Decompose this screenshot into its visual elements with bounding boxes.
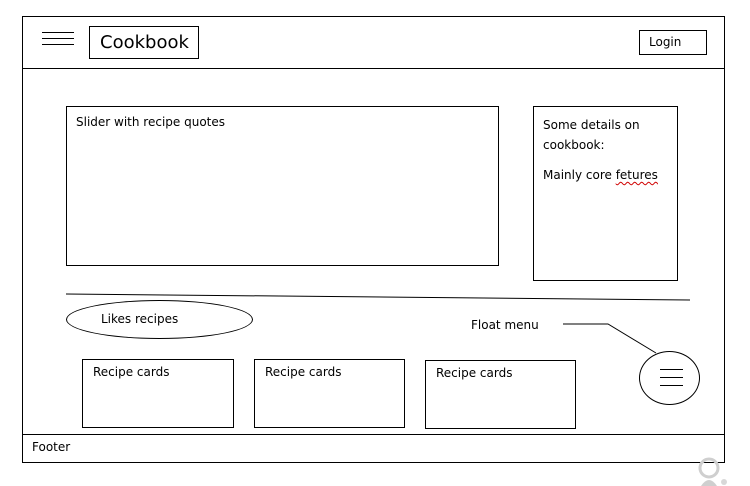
float-menu-button[interactable]	[639, 351, 700, 405]
recipe-quotes-slider[interactable]: Slider with recipe quotes	[66, 106, 499, 266]
footer-divider	[22, 434, 725, 435]
watermark-icon	[698, 457, 727, 486]
details-line-2-text: Mainly core	[543, 168, 616, 182]
recipe-card-label: Recipe cards	[436, 366, 513, 380]
recipe-card-label: Recipe cards	[265, 365, 342, 379]
details-line-1: Some details on cookbook:	[543, 118, 640, 152]
hamburger-menu-icon[interactable]	[42, 32, 74, 46]
recipe-card[interactable]: Recipe cards	[425, 360, 576, 429]
login-button[interactable]: Login	[639, 30, 707, 55]
slider-label: Slider with recipe quotes	[76, 115, 226, 129]
details-line-2: Mainly core fetures	[543, 165, 668, 185]
recipe-card[interactable]: Recipe cards	[82, 359, 234, 428]
cookbook-details-panel: Some details on cookbook: Mainly core fe…	[533, 106, 678, 281]
footer: Footer	[32, 440, 71, 454]
header-divider	[22, 68, 725, 69]
float-menu-label: Float menu	[471, 318, 539, 332]
recipe-card[interactable]: Recipe cards	[254, 359, 405, 428]
likes-recipes-button[interactable]: Likes recipes	[66, 300, 253, 339]
recipe-card-label: Recipe cards	[93, 365, 170, 379]
misspelled-word: fetures	[615, 168, 658, 182]
logo[interactable]: Cookbook	[89, 26, 199, 59]
